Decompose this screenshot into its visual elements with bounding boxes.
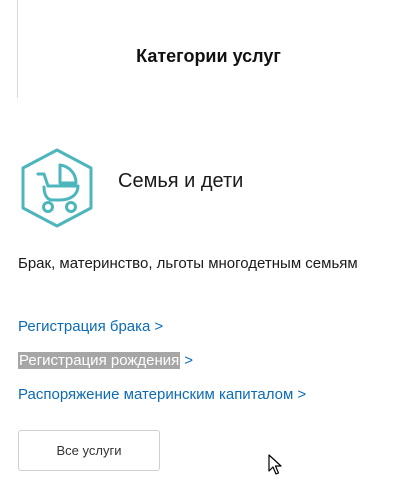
category-description: Брак, материнство, льготы многодетным се… — [18, 255, 358, 272]
chevron-right-icon: > — [297, 386, 307, 403]
link-label: Регистрация рождения — [18, 352, 181, 369]
page: Категории услуг Семья и дети Брак, матер… — [0, 0, 399, 488]
link-label: Регистрация брака — [18, 318, 151, 335]
link-marriage-registration[interactable]: Регистрация брака > — [18, 318, 163, 335]
baby-stroller-icon — [21, 148, 93, 228]
chevron-right-icon: > — [154, 318, 164, 335]
link-maternity-capital[interactable]: Распоряжение материнским капиталом > — [18, 386, 306, 403]
all-services-button[interactable]: Все услуги — [18, 430, 160, 471]
link-birth-registration[interactable]: Регистрация рождения > — [18, 352, 193, 369]
category-title[interactable]: Семья и дети — [118, 170, 243, 193]
link-label: Распоряжение материнским капиталом — [18, 386, 294, 403]
mouse-cursor-icon — [268, 454, 282, 475]
page-title: Категории услуг — [136, 46, 281, 66]
header: Категории услуг — [17, 0, 399, 98]
chevron-right-icon: > — [184, 352, 194, 369]
